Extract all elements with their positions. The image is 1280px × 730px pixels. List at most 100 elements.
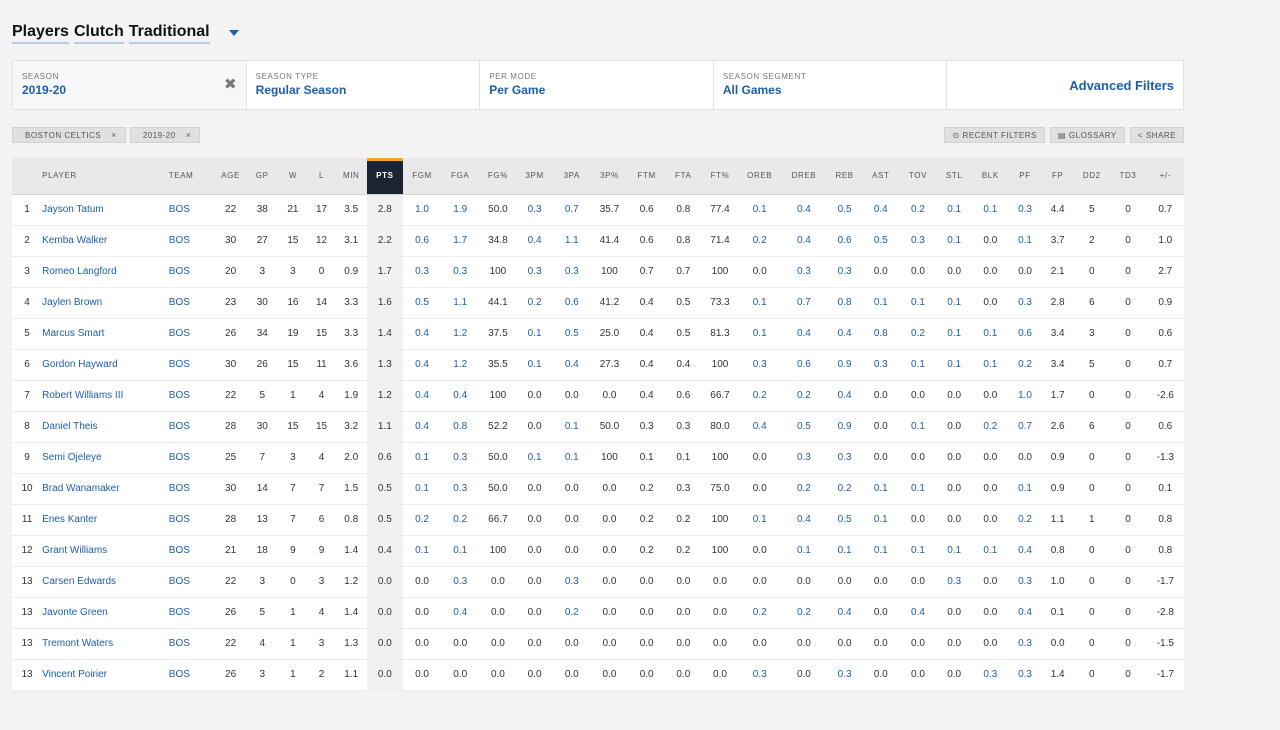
column-header-ftm[interactable]: FTM	[628, 158, 666, 195]
column-header-blk[interactable]: BLK	[971, 158, 1009, 195]
stat-cell-ast[interactable]: 0.4	[862, 194, 900, 226]
stat-cell-reb[interactable]: 0.4	[827, 318, 863, 350]
stat-cell-tov[interactable]: 0.1	[899, 349, 937, 381]
stat-cell-3pa[interactable]: 1.1	[552, 225, 591, 257]
stat-cell-dreb[interactable]: 0.4	[780, 194, 828, 226]
stat-cell-fgm[interactable]: 0.4	[402, 380, 442, 412]
column-header-pf[interactable]: PF	[1008, 158, 1042, 195]
stat-cell-fgm[interactable]: 0.4	[402, 318, 442, 350]
stat-cell-oreb[interactable]: 0.3	[738, 349, 781, 381]
stat-cell-tov[interactable]: 0.2	[899, 194, 937, 226]
stat-cell-reb[interactable]: 0.9	[827, 349, 863, 381]
team-link[interactable]: BOS	[168, 256, 216, 288]
stat-cell-stl[interactable]: 0.1	[936, 318, 972, 350]
stat-cell-dreb[interactable]: 0.1	[780, 535, 828, 567]
stat-cell-reb[interactable]: 0.5	[827, 194, 863, 226]
team-link[interactable]: BOS	[168, 473, 216, 505]
stat-cell-ast[interactable]: 0.3	[862, 349, 900, 381]
stat-cell-pf[interactable]: 0.1	[1008, 225, 1042, 257]
stat-cell-blk[interactable]: 0.3	[971, 659, 1009, 691]
stat-cell-3pm[interactable]: 0.1	[516, 349, 553, 381]
stat-cell-reb[interactable]: 0.6	[827, 225, 863, 257]
stat-cell-tov[interactable]: 0.3	[899, 225, 937, 257]
stat-cell-blk[interactable]: 0.1	[971, 194, 1009, 226]
stat-cell-reb[interactable]: 0.5	[827, 504, 863, 536]
stat-cell-ast[interactable]: 0.1	[862, 535, 900, 567]
column-header-reb[interactable]: REB	[827, 158, 863, 195]
player-name-link[interactable]: Jayson Tatum	[42, 194, 169, 226]
stat-cell-3pa[interactable]: 0.1	[552, 411, 591, 443]
column-header-ft-pct[interactable]: FT%	[701, 158, 739, 195]
player-name-link[interactable]: Semi Ojeleye	[42, 442, 169, 474]
stat-cell-ast[interactable]: 0.8	[862, 318, 900, 350]
close-icon[interactable]: ×	[111, 130, 117, 140]
stat-cell-pf[interactable]: 0.3	[1008, 194, 1042, 226]
player-name-link[interactable]: Marcus Smart	[42, 318, 169, 350]
stat-cell-oreb[interactable]: 0.1	[738, 318, 781, 350]
stat-cell-blk[interactable]: 0.1	[971, 535, 1009, 567]
recent-filters-button[interactable]: ⊙ RECENT FILTERS	[944, 127, 1045, 143]
team-link[interactable]: BOS	[168, 380, 216, 412]
glossary-button[interactable]: ▤ GLOSSARY	[1049, 127, 1125, 143]
team-link[interactable]: BOS	[168, 628, 216, 660]
stat-cell-fgm[interactable]: 0.4	[402, 349, 442, 381]
stat-cell-3pa[interactable]: 0.7	[552, 194, 591, 226]
stat-cell-3pm[interactable]: 0.2	[516, 287, 553, 319]
filter-season-type[interactable]: SEASON TYPE Regular Season	[246, 61, 481, 109]
stat-cell-fga[interactable]: 1.2	[441, 349, 480, 381]
stat-cell-stl[interactable]: 0.1	[936, 349, 972, 381]
stat-cell-fgm[interactable]: 0.1	[402, 473, 442, 505]
stat-cell-3pa[interactable]: 0.2	[552, 597, 591, 629]
stat-cell-dreb[interactable]: 0.2	[780, 473, 828, 505]
title-traditional[interactable]: Traditional	[128, 23, 210, 44]
stat-cell-3pa[interactable]: 0.5	[552, 318, 591, 350]
stat-cell-fga[interactable]: 1.7	[441, 225, 480, 257]
column-header-gp[interactable]: GP	[246, 158, 279, 195]
filter-season[interactable]: SEASON 2019-20 ✖	[13, 61, 247, 109]
stat-cell-pf[interactable]: 0.3	[1008, 659, 1042, 691]
column-header-fta[interactable]: FTA	[665, 158, 702, 195]
player-name-link[interactable]: Daniel Theis	[42, 411, 169, 443]
stat-cell-3pa[interactable]: 0.3	[552, 566, 591, 598]
stat-cell-3pa[interactable]: 0.6	[552, 287, 591, 319]
column-header-dreb[interactable]: DREB	[780, 158, 828, 195]
stat-cell-oreb[interactable]: 0.2	[738, 597, 781, 629]
stat-cell-oreb[interactable]: 0.1	[738, 194, 781, 226]
stat-cell-fgm[interactable]: 0.6	[402, 225, 442, 257]
stat-cell-pf[interactable]: 1.0	[1008, 380, 1042, 412]
stat-cell-pf[interactable]: 0.3	[1008, 628, 1042, 660]
stat-cell-oreb[interactable]: 0.1	[738, 504, 781, 536]
player-name-link[interactable]: Grant Williams	[42, 535, 169, 567]
stat-cell-reb[interactable]: 0.3	[827, 442, 863, 474]
stat-cell-oreb[interactable]: 0.3	[738, 659, 781, 691]
stat-cell-pf[interactable]: 0.2	[1008, 349, 1042, 381]
stat-cell-tov[interactable]: 0.1	[899, 535, 937, 567]
stat-cell-tov[interactable]: 0.1	[899, 473, 937, 505]
stat-cell-stl[interactable]: 0.1	[936, 535, 972, 567]
stat-cell-dreb[interactable]: 0.3	[780, 256, 828, 288]
stat-cell-reb[interactable]: 0.3	[827, 256, 863, 288]
stat-cell-3pa[interactable]: 0.1	[552, 442, 591, 474]
stat-cell-tov[interactable]: 0.1	[899, 287, 937, 319]
stat-cell-ast[interactable]: 0.5	[862, 225, 900, 257]
team-link[interactable]: BOS	[168, 318, 216, 350]
stat-cell-oreb[interactable]: 0.2	[738, 380, 781, 412]
player-name-link[interactable]: Gordon Hayward	[42, 349, 169, 381]
stat-cell-dreb[interactable]: 0.6	[780, 349, 828, 381]
column-header-fgm[interactable]: FGM	[402, 158, 442, 195]
stat-cell-tov[interactable]: 0.2	[899, 318, 937, 350]
filter-season-segment[interactable]: SEASON SEGMENT All Games	[713, 61, 948, 109]
stat-cell-pf[interactable]: 0.4	[1008, 597, 1042, 629]
stat-cell-reb[interactable]: 0.9	[827, 411, 863, 443]
column-header-plus-minus[interactable]: +/-	[1146, 158, 1184, 195]
stat-cell-reb[interactable]: 0.3	[827, 659, 863, 691]
stat-cell-pf[interactable]: 0.7	[1008, 411, 1042, 443]
column-header-ast[interactable]: AST	[862, 158, 900, 195]
column-header-age[interactable]: AGE	[215, 158, 247, 195]
stat-cell-fga[interactable]: 1.9	[441, 194, 480, 226]
team-link[interactable]: BOS	[168, 504, 216, 536]
column-header-oreb[interactable]: OREB	[738, 158, 781, 195]
stat-cell-3pm[interactable]: 0.1	[516, 442, 553, 474]
stat-cell-fga[interactable]: 0.3	[441, 566, 480, 598]
team-link[interactable]: BOS	[168, 659, 216, 691]
